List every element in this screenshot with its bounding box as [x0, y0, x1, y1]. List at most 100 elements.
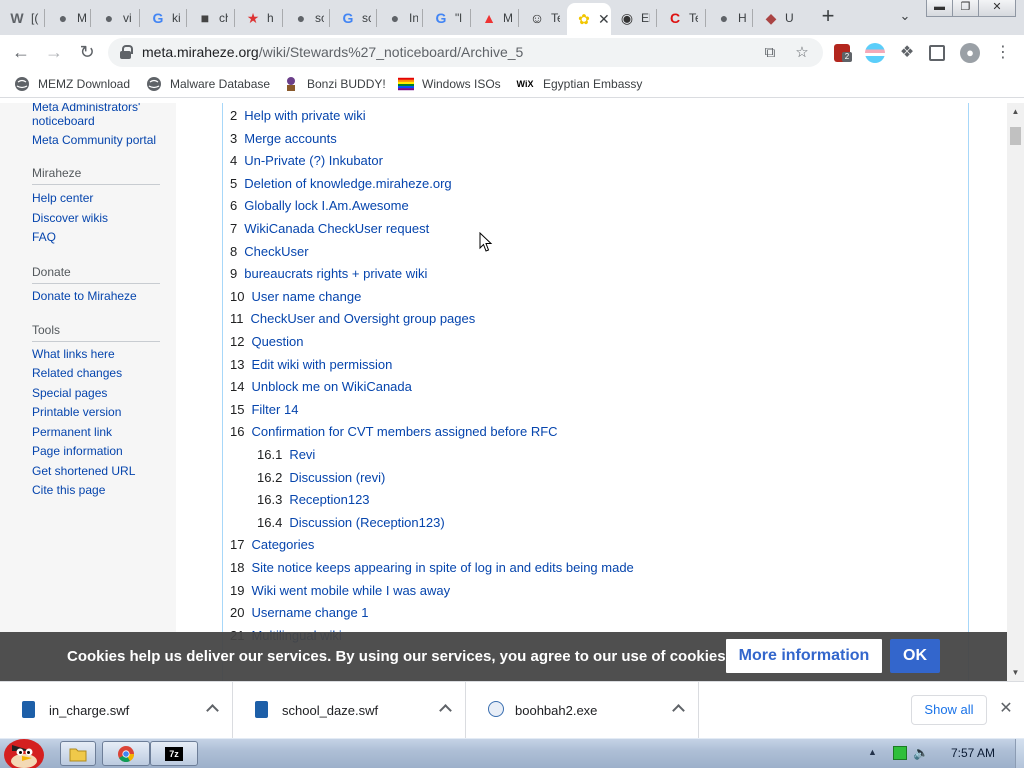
toc-subentry[interactable]: 16.1 Revi [257, 447, 315, 463]
chevron-up-icon[interactable] [437, 700, 453, 716]
toc-entry[interactable]: 2 Help with private wiki [230, 108, 366, 124]
sidebar-link-community-portal[interactable]: Meta Community portal [32, 133, 156, 147]
scroll-up-arrow-icon[interactable]: ▲ [1007, 103, 1024, 120]
vertical-scrollbar[interactable]: ▲ ▼ [1007, 103, 1024, 681]
bookmark-windows-isos[interactable]: Windows ISOs [398, 75, 501, 93]
toc-entry[interactable]: 13 Edit wiki with permission [230, 357, 392, 373]
bookmark-star-icon[interactable]: ☆ [793, 44, 811, 62]
tab[interactable]: ● M [46, 4, 92, 32]
taskbar-explorer-button[interactable] [60, 741, 96, 766]
taskbar-chrome-button[interactable] [102, 741, 150, 766]
sidebar-link-printable-version[interactable]: Printable version [32, 405, 121, 419]
new-tab-button[interactable]: + [817, 5, 839, 28]
sidebar-link-help-center[interactable]: Help center [32, 191, 93, 205]
close-tab-icon[interactable]: ✕ [598, 11, 610, 28]
sidebar-link-faq[interactable]: FAQ [32, 230, 56, 244]
forward-arrow-icon[interactable]: → [43, 42, 65, 64]
download-item[interactable]: school_daze.swf [233, 682, 466, 738]
toc-entry[interactable]: 12 Question [230, 334, 304, 350]
scrollbar-thumb[interactable] [1010, 127, 1021, 145]
toc-entry[interactable]: 11 CheckUser and Oversight group pages [230, 311, 475, 327]
toc-entry[interactable]: 14 Unblock me on WikiCanada [230, 379, 412, 395]
battery-icon[interactable] [893, 746, 907, 760]
side-panel-icon[interactable] [929, 45, 945, 61]
toc-entry[interactable]: 3 Merge accounts [230, 131, 337, 147]
toc-entry[interactable]: 9 bureaucrats rights + private wiki [230, 266, 427, 282]
sidebar-link-discover-wikis[interactable]: Discover wikis [32, 211, 108, 225]
bookmark-malware-database[interactable]: Malware Database [146, 75, 270, 93]
toc-entry[interactable]: 10 User name change [230, 289, 361, 305]
sidebar-link-admin-noticeboard[interactable]: Meta Administrators' noticeboard [32, 103, 162, 128]
show-hidden-icons-icon[interactable]: ▲ [868, 747, 878, 757]
tab[interactable]: Gki [141, 4, 187, 32]
sidebar-link-cite-this-page[interactable]: Cite this page [32, 483, 105, 497]
toc-subentry[interactable]: 16.3 Reception123 [257, 492, 370, 508]
url-text[interactable]: meta.miraheze.org/wiki/Stewards%27_notic… [142, 44, 523, 60]
tab[interactable]: C Te [658, 4, 704, 32]
volume-icon[interactable]: 🔈 [913, 746, 929, 760]
toc-subentry[interactable]: 16.2 Discussion (revi) [257, 470, 385, 486]
more-information-button[interactable]: More information [726, 639, 882, 673]
sidebar-link-get-shortened-url[interactable]: Get shortened URL [32, 464, 135, 478]
toc-entry[interactable]: 18 Site notice keeps appearing in spite o… [230, 560, 634, 576]
menu-kebab-icon[interactable]: ⋮ [993, 43, 1013, 63]
taskbar-7zip-button[interactable]: 7z [150, 741, 198, 766]
sidebar-link-special-pages[interactable]: Special pages [32, 386, 107, 400]
close-window-button[interactable]: ✕ [978, 0, 1016, 17]
flag-extension-icon[interactable] [865, 43, 885, 63]
toc-subentry[interactable]: 16.4 Discussion (Reception123) [257, 515, 445, 531]
show-desktop-button[interactable] [1015, 739, 1024, 768]
show-all-downloads-button[interactable]: Show all [911, 695, 987, 725]
minimize-button[interactable]: ▬ [926, 0, 953, 17]
toc-entry[interactable]: 5 Deletion of knowledge.miraheze.org [230, 176, 452, 192]
download-item[interactable]: boohbah2.exe [466, 682, 699, 738]
bookmark-memz[interactable]: MEMZ Download [14, 75, 130, 93]
tab-active[interactable]: ✿ ✕ [567, 3, 611, 35]
download-item[interactable]: in_charge.swf [0, 682, 233, 738]
tab[interactable]: ● H [707, 4, 753, 32]
chevron-up-icon[interactable] [670, 700, 686, 716]
start-button-angry-bird-icon[interactable] [2, 731, 50, 768]
tab[interactable]: ■ ch [188, 4, 234, 32]
cookie-ok-button[interactable]: OK [890, 639, 940, 673]
tab[interactable]: ● vi [92, 4, 138, 32]
tab[interactable]: ▲ M [472, 4, 518, 32]
tab[interactable]: ☺ Te [520, 4, 566, 32]
tab[interactable]: ★ h [236, 4, 282, 32]
tab[interactable]: ● In [378, 4, 424, 32]
sidebar-link-related-changes[interactable]: Related changes [32, 366, 122, 380]
sidebar-link-donate[interactable]: Donate to Miraheze [32, 289, 137, 303]
close-icon[interactable]: ✕ [997, 700, 1015, 718]
address-bar[interactable]: meta.miraheze.org/wiki/Stewards%27_notic… [108, 38, 823, 67]
tab[interactable]: G "l [424, 4, 470, 32]
tab[interactable]: Gsc [331, 4, 377, 32]
shield-extension-icon[interactable]: 2 [834, 44, 852, 62]
profile-avatar-icon[interactable]: ● [960, 43, 980, 63]
scroll-down-arrow-icon[interactable]: ▼ [1007, 664, 1024, 681]
taskbar-clock[interactable]: 7:57 AM [951, 746, 995, 760]
tab-search-chevron-icon[interactable]: ⌄ [895, 8, 915, 26]
toc-entry[interactable]: 20 Username change 1 [230, 605, 369, 621]
tab[interactable]: W [( [0, 4, 46, 32]
sidebar-link-page-information[interactable]: Page information [32, 444, 123, 458]
bookmark-bonzi-buddy[interactable]: Bonzi BUDDY! [283, 75, 386, 93]
tab[interactable]: ◆ U [754, 4, 800, 32]
tab[interactable]: ● sc [284, 4, 330, 32]
reload-icon[interactable]: ↻ [76, 42, 98, 64]
maximize-button[interactable]: ❐ [952, 0, 979, 17]
share-icon[interactable]: ⧉ [761, 44, 779, 62]
toc-entry[interactable]: 16 Confirmation for CVT members assigned … [230, 424, 558, 440]
toc-entry[interactable]: 6 Globally lock I.Am.Awesome [230, 198, 409, 214]
toc-entry[interactable]: 7 WikiCanada CheckUser request [230, 221, 429, 237]
bookmark-egyptian-embassy[interactable]: WiX Egyptian Embassy [515, 75, 643, 93]
chevron-up-icon[interactable] [204, 700, 220, 716]
sidebar-link-what-links-here[interactable]: What links here [32, 347, 115, 361]
sidebar-link-permanent-link[interactable]: Permanent link [32, 425, 112, 439]
back-arrow-icon[interactable]: ← [10, 42, 32, 64]
lock-icon[interactable] [120, 45, 133, 59]
tab[interactable]: ◉ El [610, 4, 656, 32]
toc-entry[interactable]: 15 Filter 14 [230, 402, 298, 418]
puzzle-extensions-icon[interactable]: ❖ [897, 43, 917, 63]
toc-entry[interactable]: 4 Un-Private (?) Inkubator [230, 153, 383, 169]
toc-entry[interactable]: 19 Wiki went mobile while I was away [230, 583, 450, 599]
